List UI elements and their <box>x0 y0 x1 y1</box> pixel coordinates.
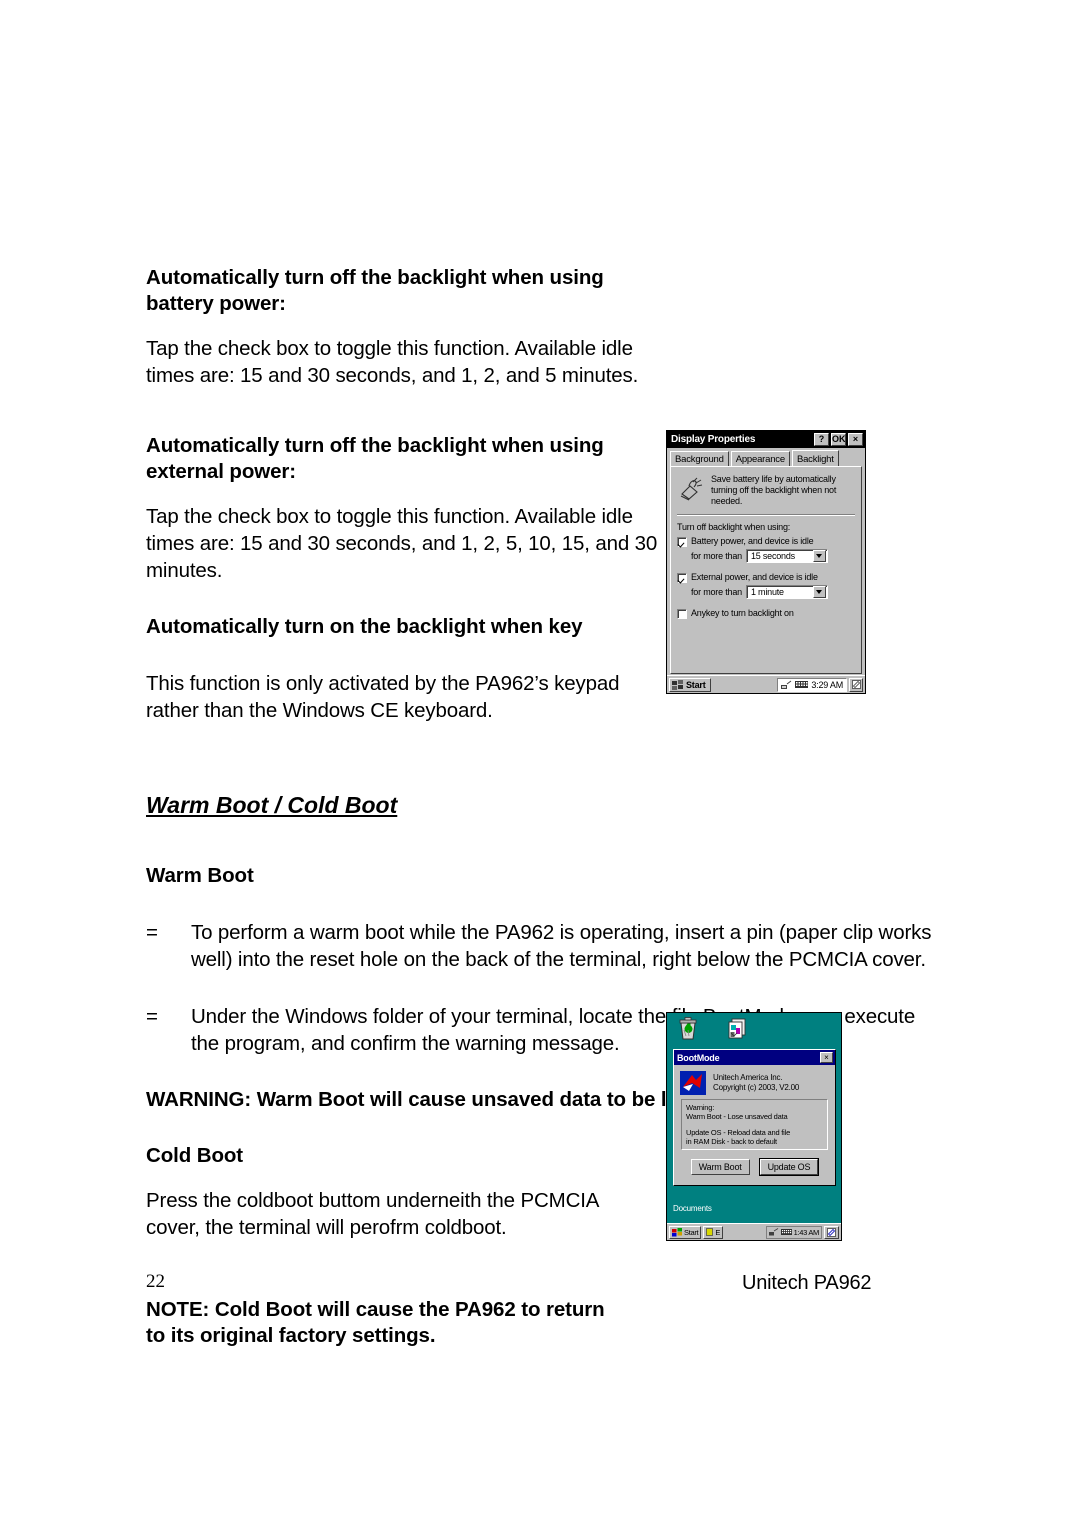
start-button[interactable]: Start <box>669 677 711 692</box>
bootmode-titlebar: BootMode × <box>674 1050 835 1065</box>
external-idle-time-select[interactable]: 1 minute <box>745 585 828 599</box>
paragraph-key-backlight: This function is only activated by the P… <box>146 672 620 722</box>
desktop-label: Documents <box>673 1204 712 1213</box>
message-line-2: Warm Boot - Lose unsaved data <box>686 1112 788 1121</box>
document-page: Automatically turn off the backlight whe… <box>0 0 1080 1526</box>
clock-label: 3:29 AM <box>811 679 843 690</box>
battery-idle-time-value: 15 seconds <box>750 551 795 561</box>
clock-label: 1:43 AM <box>793 1227 820 1237</box>
battery-power-label: Battery power, and device is idle <box>691 536 814 546</box>
windows-flag-icon <box>672 1227 682 1237</box>
task-button[interactable]: E <box>703 1225 724 1239</box>
bootmode-header: Unitech America Inc. Copyright (c) 2003,… <box>674 1065 835 1099</box>
paragraph-battery-backlight: Tap the check box to toggle this functio… <box>146 337 639 387</box>
external-power-label: External power, and device is idle <box>691 572 818 582</box>
start-button[interactable]: Start <box>669 1225 702 1239</box>
backlight-tab-panel: Save battery life by automatically turni… <box>670 466 862 674</box>
separator <box>677 514 855 516</box>
ce-taskbar: Start E 1:43 AM <box>667 1223 841 1240</box>
network-icon[interactable] <box>781 680 792 690</box>
info-text: Save battery life by automatically turni… <box>711 474 837 506</box>
external-power-option[interactable]: External power, and device is idle <box>677 572 855 583</box>
bootmode-window-title: BootMode <box>677 1052 720 1063</box>
section-title-warm-cold-boot: Warm Boot / Cold Boot <box>146 792 398 818</box>
battery-power-idle-row: for more than 15 seconds <box>677 549 855 563</box>
chevron-down-icon[interactable] <box>812 550 826 562</box>
close-icon[interactable]: × <box>848 433 863 446</box>
bootmode-vendor-text: Unitech America Inc. Copyright (c) 2003,… <box>706 1071 799 1093</box>
external-power-checkbox[interactable] <box>677 573 687 583</box>
anykey-label: Anykey to turn backlight on <box>691 608 794 618</box>
bootmode-dialog: BootMode × Unitech America Inc. Copyrigh… <box>673 1049 836 1186</box>
keyboard-icon[interactable] <box>780 1228 792 1236</box>
my-documents-icon[interactable] <box>725 1017 749 1047</box>
heading-cold-boot: Cold Boot <box>146 1144 244 1167</box>
note-text: NOTE: Cold Boot will cause the PA962 to … <box>146 1298 605 1347</box>
battery-power-checkbox[interactable] <box>677 537 687 547</box>
ok-button[interactable]: OK <box>831 433 846 446</box>
bullet-marker-icon: = <box>146 921 158 944</box>
window-title: Display Properties <box>671 434 756 445</box>
bootmode-button-row: Warm Boot Update OS <box>674 1150 835 1185</box>
vendor-line-2: Copyright (c) 2003, V2.00 <box>713 1083 800 1092</box>
chevron-down-icon[interactable] <box>812 586 826 598</box>
start-button-label: Start <box>686 679 706 690</box>
display-properties-titlebar: Display Properties ? OK × <box>667 431 865 448</box>
network-icon[interactable] <box>768 1228 779 1236</box>
heading-external-backlight: Automatically turn off the backlight whe… <box>146 434 604 483</box>
anykey-option[interactable]: Anykey to turn backlight on <box>677 608 855 619</box>
list-item-text: To perform a warm boot while the PA962 i… <box>191 921 932 971</box>
heading-key-backlight: Automatically turn on the backlight when… <box>146 615 583 638</box>
bootmode-screenshot: BootMode × Unitech America Inc. Copyrigh… <box>666 1012 842 1241</box>
message-line-3: Update OS - Reload data and file <box>686 1128 791 1137</box>
input-panel-icon[interactable] <box>849 677 863 692</box>
paragraph-cold-boot: Press the coldboot buttom underneith the… <box>146 1189 599 1239</box>
group-label: Turn off backlight when using: <box>677 522 791 532</box>
tab-strip: Background Appearance Backlight <box>667 448 865 466</box>
section-title-wrapper: Warm Boot / Cold Boot <box>146 792 936 819</box>
heading-battery-backlight: Automatically turn off the backlight whe… <box>146 266 604 315</box>
tab-background[interactable]: Background <box>670 451 729 466</box>
tab-appearance[interactable]: Appearance <box>730 451 790 466</box>
info-block: Save battery life by automatically turni… <box>677 474 855 507</box>
paragraph-external-backlight: Tap the check box to toggle this functio… <box>146 505 658 582</box>
unitech-logo-icon <box>680 1071 706 1095</box>
warm-boot-button[interactable]: Warm Boot <box>690 1159 750 1175</box>
recycle-bin-icon[interactable] <box>677 1017 699 1047</box>
task-button-label: E <box>715 1227 721 1237</box>
desktop-icons <box>667 1013 841 1047</box>
update-os-button[interactable]: Update OS <box>758 1158 820 1176</box>
battery-power-option[interactable]: Battery power, and device is idle <box>677 536 855 547</box>
hand-tapping-icon <box>677 474 709 502</box>
external-power-idle-row: for more than 1 minute <box>677 585 855 599</box>
ce-taskbar: Start 3:29 AM <box>667 675 865 693</box>
close-icon[interactable]: × <box>820 1052 833 1063</box>
heading-warm-boot: Warm Boot <box>146 864 254 887</box>
battery-power-sublabel: for more than <box>691 551 742 561</box>
system-tray: 1:43 AM <box>765 1225 822 1239</box>
vendor-line-1: Unitech America Inc. <box>713 1073 783 1082</box>
message-line-1: Warning: <box>686 1103 715 1112</box>
bootmode-message-box: Warning: Warm Boot - Lose unsaved data U… <box>681 1099 828 1150</box>
external-power-sublabel: for more than <box>691 587 742 597</box>
page-number: 22 <box>146 1271 165 1292</box>
bullet-marker-icon: = <box>146 1005 158 1028</box>
external-idle-time-value: 1 minute <box>750 587 784 597</box>
list-item: = To perform a warm boot while the PA962… <box>146 919 936 973</box>
footer-product-name: Unitech PA962 <box>742 1272 872 1294</box>
anykey-checkbox[interactable] <box>677 609 687 619</box>
display-properties-screenshot: Display Properties ? OK × Background App… <box>666 430 866 694</box>
windows-flag-icon <box>672 679 683 690</box>
keyboard-icon[interactable] <box>795 680 809 689</box>
start-button-label: Start <box>684 1227 699 1237</box>
battery-idle-time-select[interactable]: 15 seconds <box>745 549 828 563</box>
input-panel-icon[interactable] <box>824 1225 839 1239</box>
system-tray: 3:29 AM <box>777 677 847 692</box>
tab-backlight[interactable]: Backlight <box>791 450 839 466</box>
help-button[interactable]: ? <box>814 433 829 446</box>
message-line-4: in RAM Disk - back to default <box>686 1137 777 1146</box>
app-window-icon <box>706 1228 714 1236</box>
